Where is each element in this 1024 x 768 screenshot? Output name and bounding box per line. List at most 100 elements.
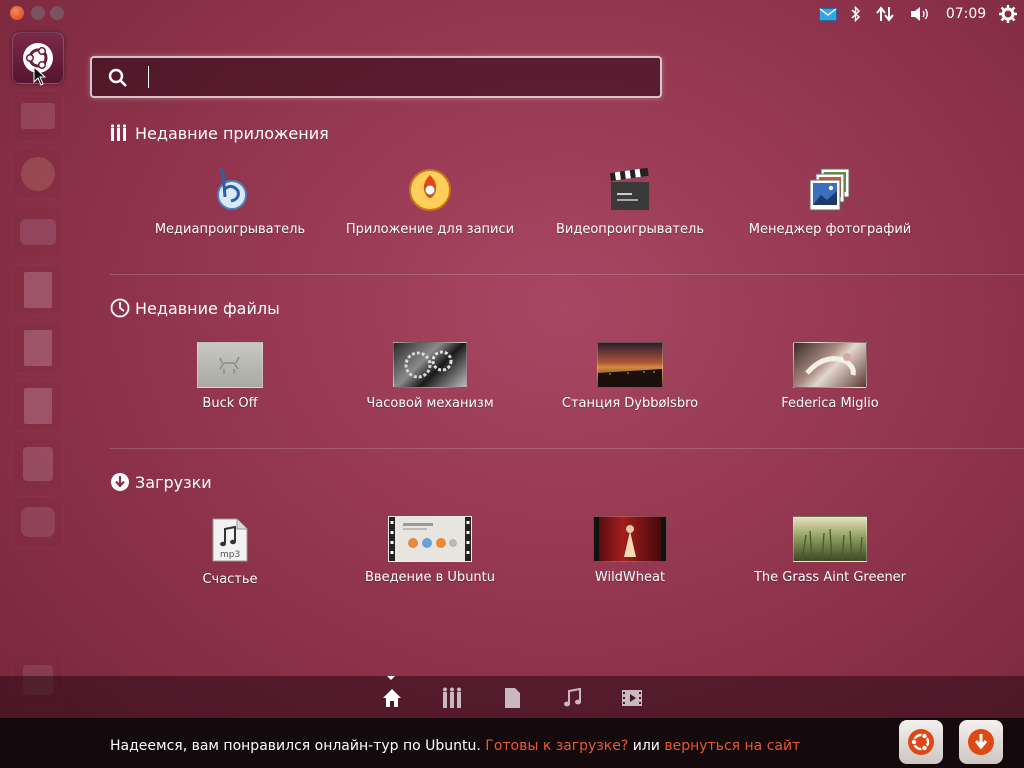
launcher-workspace-button[interactable] (12, 496, 64, 548)
file-icon (505, 688, 520, 708)
banner-text: Надеемся, вам понравился онлайн-тур по U… (110, 738, 800, 754)
home-lens-button[interactable] (380, 686, 404, 710)
launcher-calc-button[interactable] (12, 380, 64, 432)
launcher-files-button[interactable] (12, 90, 64, 142)
desktop: 07:09 Недавние приложения Медиапроигрыва… (0, 0, 1024, 768)
top-panel: 07:09 (0, 0, 1024, 28)
tile-label: WildWheat (594, 570, 666, 585)
svg-text:mp3: mp3 (220, 550, 240, 560)
banshee-icon (206, 166, 254, 214)
section-recent-files-header[interactable]: Недавние файлы (110, 296, 280, 320)
apps-icon (443, 687, 461, 708)
search-box[interactable] (90, 56, 662, 98)
home-icon (383, 689, 401, 707)
tile-label: Медиапроигрыватель (154, 222, 306, 237)
tile-label: Станция Dybbølsbro (561, 396, 699, 411)
clock[interactable]: 07:09 (946, 4, 986, 24)
banner-or: или (632, 738, 660, 754)
tile-label: Приложение для записи (345, 222, 515, 237)
volume-icon[interactable] (910, 4, 930, 24)
clock-icon (110, 298, 130, 318)
brasero-icon (406, 166, 454, 214)
tour-banner: Надеемся, вам понравился онлайн-тур по U… (0, 718, 1024, 768)
workspace-icon (21, 507, 55, 537)
image-thumbnail (197, 342, 263, 388)
minimize-icon[interactable] (31, 6, 45, 20)
download-tile-intro-ubuntu[interactable]: Введение в Ubuntu (330, 516, 530, 585)
thunderbird-icon (20, 219, 56, 245)
video-thumbnail (593, 516, 667, 562)
image-thumbnail (597, 342, 663, 388)
apps-icon (110, 123, 130, 143)
ubuntu-button[interactable] (899, 720, 943, 764)
firefox-icon (21, 157, 55, 191)
section-downloads-header[interactable]: Загрузки (110, 470, 212, 494)
video-thumbnail (388, 516, 472, 562)
close-icon[interactable] (10, 6, 24, 20)
ubuntu-one-icon (23, 447, 53, 481)
files-lens-button[interactable] (500, 686, 524, 710)
app-tile-video-player[interactable]: Видеопроигрыватель (530, 166, 730, 237)
launcher-ubuntu-one-button[interactable] (12, 438, 64, 490)
video-thumbnail (793, 516, 867, 562)
gear-icon[interactable] (998, 4, 1018, 24)
calc-icon (24, 388, 52, 424)
launcher-impress-button[interactable] (12, 322, 64, 374)
impress-icon (24, 330, 52, 366)
music-lens-button[interactable] (560, 686, 584, 710)
active-lens-indicator (387, 676, 395, 680)
folder-icon (21, 103, 55, 129)
app-tile-disc-burner[interactable]: Приложение для записи (330, 166, 530, 237)
tile-label: Видеопроигрыватель (556, 222, 704, 237)
file-tile-buck-off[interactable]: Buck Off (130, 342, 330, 411)
section-title: Загрузки (135, 472, 212, 492)
lens-bar (0, 676, 1024, 718)
file-tile-dybbolsbro-station[interactable]: Станция Dybbølsbro (530, 342, 730, 411)
app-tile-photo-manager[interactable]: Менеджер фотографий (730, 166, 930, 237)
download-link[interactable]: Готовы к загрузке? (485, 738, 628, 754)
download-tile-grass-aint-greener[interactable]: The Grass Aint Greener (730, 516, 930, 585)
writer-icon (24, 272, 52, 308)
video-lens-button[interactable] (620, 686, 644, 710)
mail-icon[interactable] (818, 4, 838, 24)
file-tile-clockwork[interactable]: Часовой механизм (330, 342, 530, 411)
maximize-icon[interactable] (50, 6, 64, 20)
search-input[interactable] (148, 66, 648, 88)
download-icon (968, 729, 994, 755)
mouse-cursor (33, 66, 47, 86)
divider (110, 448, 1024, 449)
clapperboard-icon (606, 166, 654, 214)
mp3-file-icon: mp3 (206, 516, 254, 564)
launcher-writer-button[interactable] (12, 264, 64, 316)
app-tile-media-player[interactable]: Медиапроигрыватель (130, 166, 330, 237)
search-icon (108, 68, 128, 88)
tile-label: Часовой механизм (366, 396, 494, 411)
section-recent-apps-header[interactable]: Недавние приложения (110, 121, 329, 145)
tile-label: Введение в Ubuntu (364, 570, 496, 585)
network-icon[interactable] (875, 4, 895, 24)
download-tile-schaste[interactable]: mp3 Счастье (130, 516, 330, 587)
download-tile-wildwheat[interactable]: WildWheat (530, 516, 730, 585)
tile-label: The Grass Aint Greener (753, 570, 907, 585)
section-title: Недавние приложения (135, 123, 329, 143)
bluetooth-icon[interactable] (849, 4, 863, 24)
banner-message: Надеемся, вам понравился онлайн-тур по U… (110, 738, 481, 754)
return-to-site-link[interactable]: вернуться на сайт (664, 738, 800, 754)
launcher (0, 28, 76, 718)
launcher-firefox-button[interactable] (12, 148, 64, 200)
file-tile-federica-miglio[interactable]: Federica Miglio (730, 342, 930, 411)
tile-label: Buck Off (202, 396, 258, 411)
music-icon (564, 687, 581, 707)
launcher-thunderbird-button[interactable] (12, 206, 64, 258)
video-icon (622, 690, 642, 706)
image-thumbnail (393, 342, 467, 388)
download-icon (110, 472, 130, 492)
tile-label: Счастье (202, 572, 258, 587)
divider (110, 274, 1024, 275)
image-thumbnail (793, 342, 867, 388)
photos-icon (806, 166, 854, 214)
applications-lens-button[interactable] (440, 686, 464, 710)
download-button[interactable] (959, 720, 1003, 764)
section-title: Недавние файлы (135, 298, 280, 318)
ubuntu-logo-icon (908, 729, 934, 755)
